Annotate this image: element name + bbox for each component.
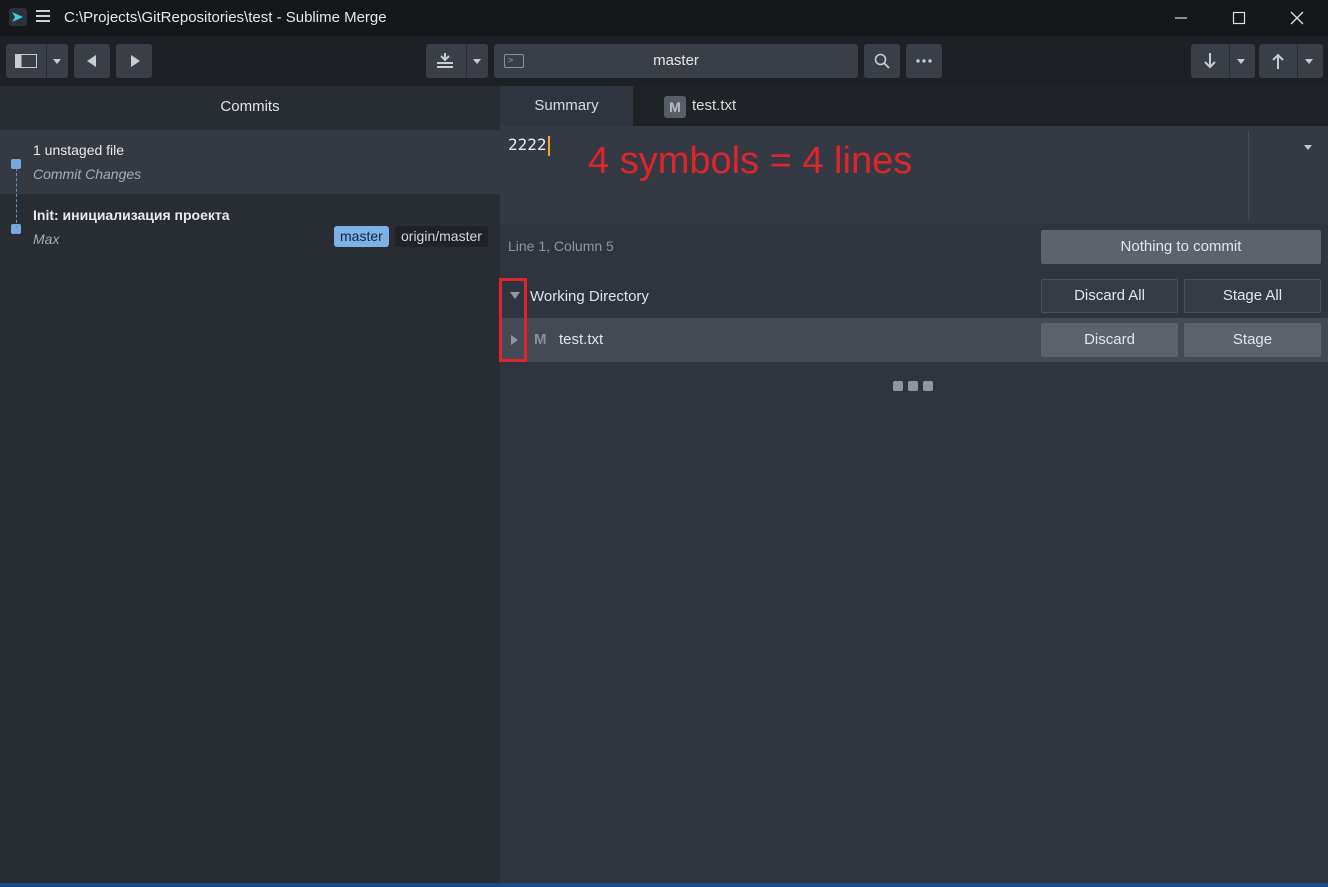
discard-all-button[interactable]: Discard All: [1041, 279, 1178, 313]
back-button[interactable]: [74, 44, 110, 78]
branch-selector[interactable]: > master: [494, 44, 858, 78]
arrow-left-icon: [87, 55, 96, 67]
annotation-highlight-box: [499, 278, 527, 362]
search-icon: [874, 53, 890, 69]
sidebar-layout-icon: [15, 54, 37, 68]
modified-badge: M: [664, 96, 686, 118]
stage-button[interactable]: Stage: [1184, 323, 1321, 357]
editor-divider: [1248, 132, 1249, 220]
branch-badge-origin-master[interactable]: origin/master: [395, 226, 488, 247]
commit-message-editor[interactable]: 2222 4 symbols = 4 lines: [500, 126, 1328, 224]
sublime-merge-logo-icon: [9, 8, 27, 26]
commits-header: Commits: [220, 98, 280, 115]
current-branch-label: master: [653, 52, 699, 69]
chevron-down-icon[interactable]: [1237, 59, 1245, 64]
title-bar: C:\Projects\GitRepositories\test - Subli…: [0, 0, 1328, 36]
arrow-down-icon: [1204, 53, 1216, 69]
hamburger-menu-icon[interactable]: [36, 10, 50, 22]
branch-badge-master[interactable]: master: [334, 226, 389, 247]
file-status-modified: M: [534, 331, 547, 348]
search-button[interactable]: [864, 44, 900, 78]
stash-button[interactable]: [426, 44, 488, 78]
ellipsis-icon: [916, 59, 932, 63]
cursor-position-status: Line 1, Column 5: [508, 238, 614, 254]
commit-message-text[interactable]: 2222: [508, 135, 550, 156]
forward-button[interactable]: [116, 44, 152, 78]
window-title: C:\Projects\GitRepositories\test - Subli…: [64, 9, 387, 26]
tab-bar: Summary M test.txt: [500, 86, 1328, 126]
chevron-down-icon[interactable]: [1305, 59, 1313, 64]
annotation-text: 4 symbols = 4 lines: [588, 140, 913, 182]
chevron-down-icon[interactable]: [53, 59, 61, 64]
chevron-down-icon[interactable]: [1304, 145, 1312, 150]
discard-button[interactable]: Discard: [1041, 323, 1178, 357]
close-button[interactable]: [1268, 0, 1326, 36]
commit-title: 1 unstaged file: [33, 142, 125, 158]
push-button[interactable]: [1259, 44, 1323, 78]
commits-panel: Commits 1 unstaged file Commit Changes I…: [0, 86, 500, 887]
working-directory-label: Working Directory: [530, 288, 649, 305]
text-caret: [547, 135, 550, 156]
arrow-up-icon: [1272, 53, 1284, 69]
tab-summary[interactable]: Summary: [500, 86, 633, 126]
pull-button[interactable]: [1191, 44, 1255, 78]
tab-test-txt[interactable]: test.txt: [692, 86, 736, 126]
chevron-down-icon[interactable]: [473, 59, 481, 64]
commit-row-unstaged[interactable]: 1 unstaged file Commit Changes: [0, 130, 500, 194]
commit-graph-line: [16, 168, 17, 228]
details-panel: Summary M test.txt 2222 4 symbols = 4 li…: [500, 86, 1328, 887]
arrow-right-icon: [131, 55, 140, 67]
taskbar-edge: [0, 883, 1328, 887]
commit-title: Init: инициализация проекта: [33, 207, 230, 223]
file-name: test.txt: [559, 331, 604, 348]
commit-author: Max: [33, 231, 60, 247]
commit-subtitle: Commit Changes: [33, 166, 142, 182]
stash-icon: [437, 53, 453, 68]
maximize-button[interactable]: [1210, 0, 1268, 36]
more-options-button[interactable]: [906, 44, 942, 78]
toggle-sidebar-button[interactable]: [6, 44, 68, 78]
commit-row-init[interactable]: Init: инициализация проекта Max master o…: [0, 195, 500, 259]
commit-button[interactable]: Nothing to commit: [1041, 230, 1321, 264]
loading-dots-icon: [893, 378, 938, 394]
minimize-button[interactable]: [1152, 0, 1210, 36]
stage-all-button[interactable]: Stage All: [1184, 279, 1321, 313]
